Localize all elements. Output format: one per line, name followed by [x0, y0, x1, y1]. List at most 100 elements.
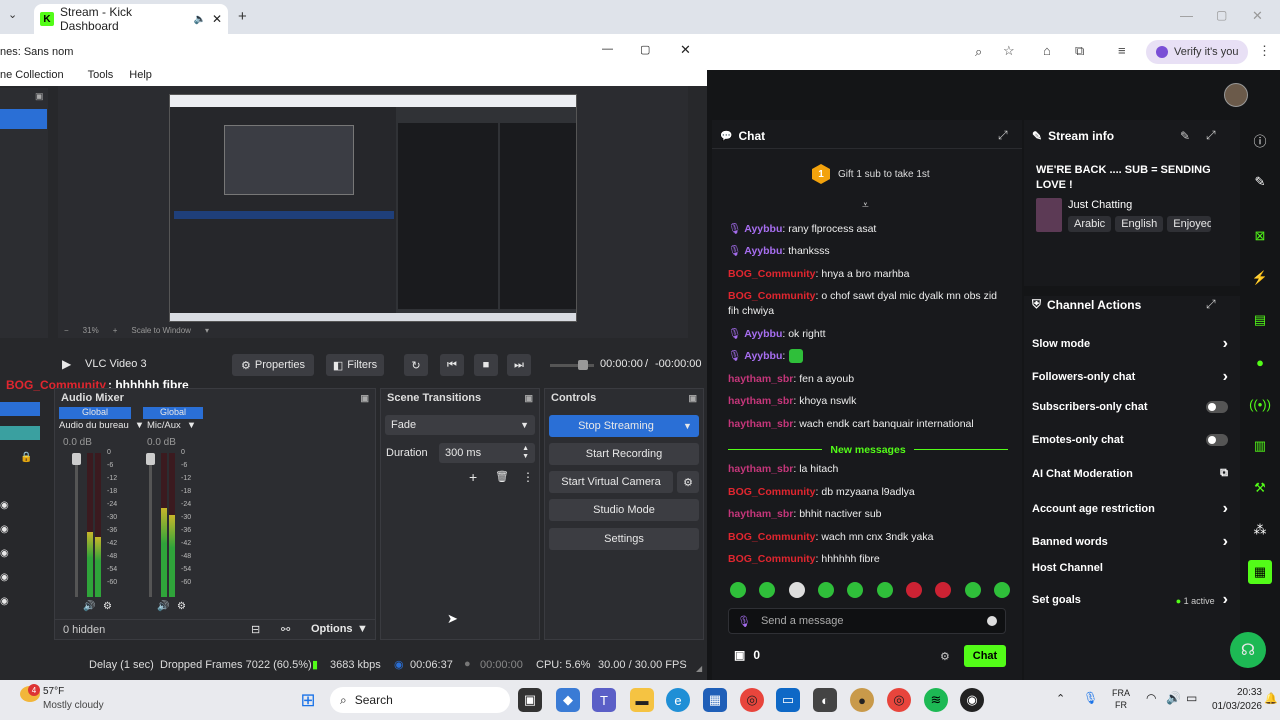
channel-action-row[interactable]: Account age restriction › — [1032, 500, 1228, 518]
speaker-icon[interactable]: 🔊 — [157, 601, 169, 612]
chat-username[interactable]: Ayybbu — [744, 245, 782, 257]
external-link-icon[interactable]: ⧉ — [1220, 467, 1228, 480]
volume-icon[interactable]: 🔊 — [1166, 691, 1181, 705]
emoji-picker-icon[interactable] — [987, 616, 997, 626]
highlighted-source-row[interactable] — [0, 426, 40, 440]
obs-close-icon[interactable]: ✕ — [680, 42, 691, 58]
emote-icon[interactable] — [876, 582, 893, 598]
maximize-icon[interactable]: ▢ — [1216, 8, 1227, 22]
file-explorer-icon[interactable]: ▬ — [630, 688, 654, 712]
eye-icon[interactable]: ◉ — [0, 548, 9, 559]
channel-menu-icon[interactable]: ▼ — [187, 420, 196, 431]
chevron-right-icon[interactable]: › — [1223, 533, 1228, 551]
pencil-icon[interactable]: ✎ — [1248, 170, 1272, 194]
tray-overflow-icon[interactable]: ⌃ — [1056, 692, 1065, 705]
chat-username[interactable]: BOG_Community — [728, 268, 816, 280]
channel-action-row[interactable]: Followers-only chat › — [1032, 368, 1228, 386]
chat-username[interactable]: haytham_sbr — [728, 508, 793, 520]
gift-sub-banner[interactable]: 1 Gift 1 sub to take 1st — [812, 164, 930, 184]
app-icon[interactable]: ▭ — [776, 688, 800, 712]
eye-icon[interactable]: ◉ — [0, 524, 9, 535]
wifi-icon[interactable]: ◠ — [1146, 691, 1156, 705]
eye-icon[interactable]: ◉ — [0, 500, 9, 511]
virtual-camera-settings-button[interactable]: ⚙ — [677, 471, 699, 493]
filters-button[interactable]: ◧ Filters — [326, 354, 384, 376]
seek-handle[interactable] — [578, 360, 588, 370]
menu-tools[interactable]: Tools — [88, 69, 114, 81]
close-window-icon[interactable]: ✕ — [1252, 8, 1263, 24]
eye-icon[interactable]: ◉ — [0, 572, 9, 583]
previous-button[interactable]: ⏮ — [440, 354, 464, 376]
moderation-icon[interactable]: ⊠ — [1248, 224, 1272, 248]
selected-source-row[interactable] — [0, 402, 40, 416]
chevron-right-icon[interactable]: › — [1223, 368, 1228, 386]
lock-icon[interactable]: 🔒 — [20, 452, 32, 463]
emote-icon[interactable] — [788, 582, 805, 598]
channel-action-row[interactable]: Emotes-only chat — [1032, 434, 1228, 446]
settings-button[interactable]: Settings — [549, 528, 699, 550]
delete-transition-icon[interactable]: 🗑 — [495, 470, 509, 483]
image-icon[interactable]: ▦ — [1248, 560, 1272, 584]
edge-icon[interactable]: e — [666, 688, 690, 712]
teams-icon[interactable]: T — [592, 688, 616, 712]
channel-settings-icon[interactable]: ⚙ — [103, 601, 112, 612]
store-icon[interactable]: ▦ — [703, 688, 727, 712]
channel-action-row[interactable]: Slow mode › — [1032, 335, 1228, 353]
media-control-icon[interactable]: ≡ — [1118, 43, 1126, 58]
mute-tab-icon[interactable]: 🔈 — [193, 14, 205, 25]
properties-button[interactable]: ⚙ Properties — [232, 354, 314, 376]
emote-icon[interactable] — [905, 582, 922, 598]
chat-username[interactable]: Ayybbu — [744, 223, 782, 235]
zoom-out-icon[interactable]: − — [64, 326, 69, 335]
obs-taskbar-icon[interactable]: ◉ — [960, 688, 984, 712]
headset-help-icon[interactable]: ☊ — [1230, 632, 1266, 668]
preview-area[interactable]: − 31% + Scale to Window ▾ — [58, 86, 688, 338]
broadcast-icon[interactable]: ((•)) — [1248, 392, 1272, 416]
spotify-icon[interactable]: ≋ — [924, 688, 948, 712]
obs-minimize-icon[interactable]: — — [602, 43, 613, 55]
eye-icon[interactable]: ◉ — [0, 596, 9, 607]
chat-icon[interactable]: ● — [1248, 350, 1272, 374]
toggle-switch[interactable] — [1206, 434, 1228, 446]
start-virtual-camera-button[interactable]: Start Virtual Camera — [549, 471, 673, 493]
channel-points[interactable]: ▣ 0 — [734, 648, 760, 662]
chevron-right-icon[interactable]: › — [1223, 500, 1228, 518]
chat-settings-icon[interactable]: ⚙ — [940, 650, 950, 663]
mixer-layout-icon[interactable]: ⊟ — [251, 623, 260, 636]
user-avatar[interactable] — [1224, 83, 1248, 107]
extension-icon[interactable]: ⌂ — [1043, 43, 1051, 58]
options-button[interactable]: Options — [311, 623, 353, 635]
channel-menu-icon[interactable]: ▼ — [135, 420, 144, 431]
new-tab-icon[interactable]: + — [238, 8, 247, 25]
category-name[interactable]: Just Chatting — [1068, 199, 1132, 211]
resize-grip-icon[interactable]: ◢ — [696, 664, 702, 673]
chat-username[interactable]: Ayybbu — [744, 350, 782, 362]
stream-menu-icon[interactable]: ▼ — [683, 421, 699, 431]
browser-menu-icon[interactable]: ⋮ — [1258, 43, 1271, 59]
puzzle-icon[interactable]: ⧉ — [1075, 43, 1084, 59]
channel-settings-icon[interactable]: ⚙ — [177, 601, 186, 612]
volume-fader-handle[interactable] — [72, 453, 81, 465]
start-recording-button[interactable]: Start Recording — [549, 443, 699, 465]
spinner-arrows-icon[interactable]: ▲ ▼ — [522, 445, 529, 461]
menu-help[interactable]: Help — [129, 69, 152, 81]
channel-action-row[interactable]: Banned words › — [1032, 533, 1228, 551]
weather-temp[interactable]: 57°F — [43, 686, 64, 697]
volume-fader-track[interactable] — [75, 453, 78, 597]
next-button[interactable]: ⏭ — [507, 354, 531, 376]
bookmark-star-icon[interactable]: ☆ — [1003, 43, 1015, 59]
toggle-switch[interactable] — [1206, 401, 1228, 413]
layout-icon[interactable]: ▥ — [1248, 434, 1272, 458]
chat-username[interactable]: BOG_Community — [728, 290, 816, 302]
chevron-right-icon[interactable]: › — [1223, 335, 1228, 353]
selected-scene[interactable] — [0, 109, 47, 129]
dock-float-icon[interactable]: ▣ — [688, 393, 697, 404]
tab-kick-dashboard[interactable]: K Stream - Kick Dashboard 🔈 ✕ — [34, 4, 228, 34]
share-icon[interactable]: ⁂ — [1248, 518, 1272, 542]
battery-icon[interactable]: ▭ — [1186, 691, 1197, 705]
send-chat-button[interactable]: Chat — [964, 645, 1006, 667]
chat-username[interactable]: BOG_Community — [728, 531, 816, 543]
chrome-profile-icon[interactable]: ◎ — [887, 688, 911, 712]
pinned-collapse-icon[interactable]: ⩡ — [862, 198, 869, 213]
dock-float-icon[interactable]: ▣ — [35, 91, 44, 102]
